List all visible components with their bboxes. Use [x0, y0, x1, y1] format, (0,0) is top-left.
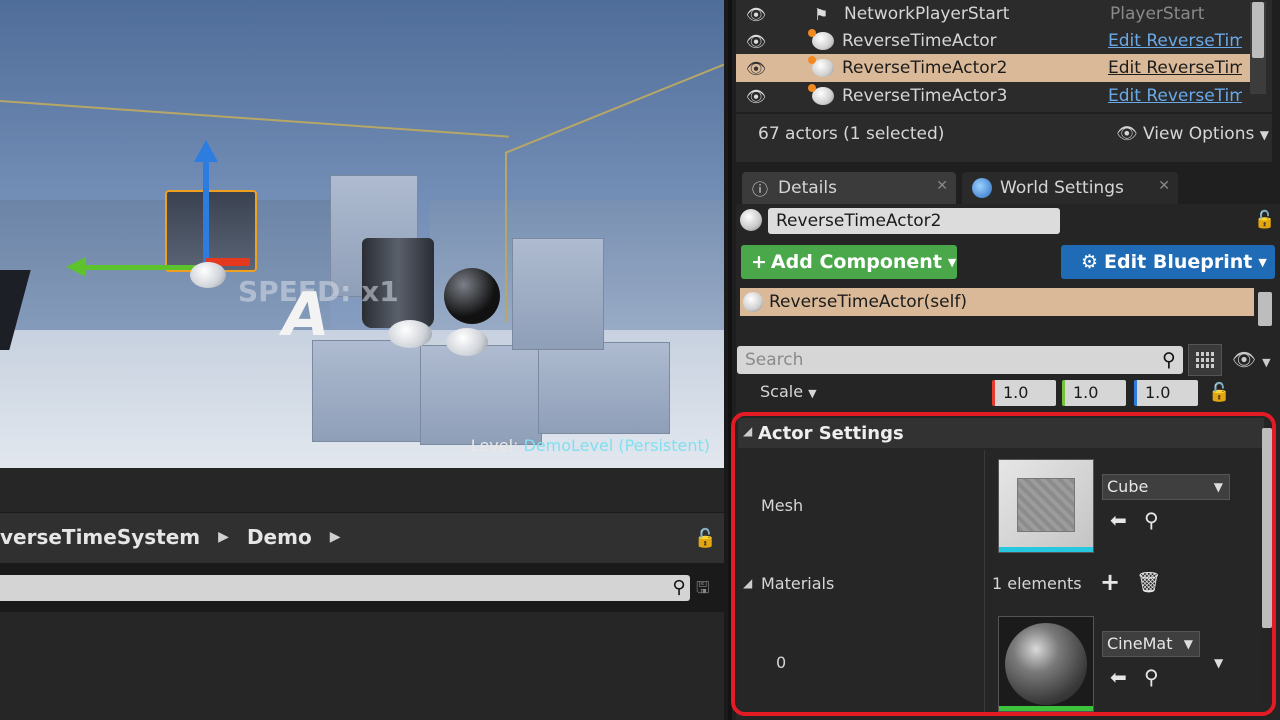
- scene-block: [512, 238, 604, 350]
- player-start-icon: ⚑: [814, 4, 829, 24]
- actor-name: ReverseTimeActor3: [842, 86, 1008, 106]
- edit-blueprint-button[interactable]: ⚙ Edit Blueprint ▼: [1061, 245, 1275, 279]
- actor-sphere-icon: [740, 209, 762, 231]
- content-browser-toolbar: [0, 468, 724, 512]
- component-scrollbar[interactable]: [1258, 292, 1272, 326]
- search-icon[interactable]: ⚲: [666, 575, 692, 601]
- actor-sphere: [446, 328, 488, 356]
- chevron-right-icon[interactable]: ▶: [330, 529, 341, 545]
- outliner-row[interactable]: 👁 ReverseTimeActor Edit ReverseTim: [736, 27, 1256, 55]
- scale-z-field[interactable]: 1.0: [1134, 380, 1198, 406]
- gizmo-y-axis[interactable]: [80, 265, 205, 270]
- save-search-icon[interactable]: 🖫: [696, 577, 710, 604]
- gears-icon: ⚙: [1081, 251, 1099, 273]
- scene-block: [420, 345, 542, 445]
- tab-world-settings[interactable]: World Settings ✕: [962, 172, 1178, 204]
- actor-name: ReverseTimeActor2: [842, 58, 1008, 78]
- actor-sphere: [444, 268, 500, 324]
- globe-icon: [972, 178, 992, 198]
- add-component-label: Add Component: [770, 251, 942, 273]
- actor-name: ReverseTimeActor: [842, 31, 997, 51]
- bounds-line: [504, 62, 724, 154]
- lock-icon[interactable]: 🔓: [1208, 382, 1230, 403]
- content-search-input[interactable]: [0, 575, 690, 601]
- chevron-right-icon[interactable]: ▶: [218, 529, 229, 545]
- world-outliner: 👁 ⚑ NetworkPlayerStart PlayerStart 👁 Rev…: [736, 0, 1272, 112]
- details-icon: ⓘ: [752, 180, 769, 199]
- actor-sphere: [190, 262, 226, 288]
- eye-icon: 👁: [1116, 124, 1138, 144]
- component-tree-root[interactable]: ReverseTimeActor(self): [740, 288, 1254, 316]
- view-options-button[interactable]: 👁 View Options ▼: [1116, 124, 1269, 144]
- visibility-eye-icon[interactable]: 👁: [736, 5, 776, 24]
- actor-icon: [808, 56, 834, 77]
- search-icon[interactable]: ⚲: [1156, 346, 1182, 374]
- scale-y-field[interactable]: 1.0: [1062, 380, 1126, 406]
- level-name: DemoLevel (Persistent): [523, 436, 711, 455]
- scale-x-field[interactable]: 1.0: [992, 380, 1056, 406]
- scene-block: [312, 340, 424, 442]
- close-icon[interactable]: ✕: [936, 178, 948, 194]
- chevron-down-icon: ▼: [947, 255, 957, 269]
- bounds-line: [505, 152, 507, 322]
- outliner-row[interactable]: 👁 ⚑ NetworkPlayerStart PlayerStart: [736, 0, 1256, 28]
- visibility-eye-icon[interactable]: 👁: [736, 32, 776, 51]
- close-icon[interactable]: ✕: [1158, 178, 1170, 194]
- outliner-scrollbar-thumb[interactable]: [1252, 2, 1264, 58]
- plus-icon: +: [751, 251, 767, 273]
- breadcrumb-item[interactable]: verseTimeSystem: [0, 525, 200, 549]
- visibility-eye-icon[interactable]: 👁: [736, 59, 776, 78]
- annotation-highlight-box: [731, 412, 1276, 716]
- actor-icon: [808, 84, 834, 105]
- view-options-label: View Options: [1143, 124, 1255, 144]
- visibility-eye-icon[interactable]: 👁: [736, 87, 776, 106]
- bounds-line: [0, 100, 509, 138]
- lock-icon[interactable]: 🔓: [694, 528, 716, 549]
- chevron-down-icon: ▼: [808, 387, 817, 400]
- chevron-down-icon: ▼: [1259, 128, 1269, 142]
- details-search-input[interactable]: Search: [737, 346, 1183, 374]
- breadcrumb-item[interactable]: Demo: [247, 525, 312, 549]
- breadcrumb: verseTimeSystem ▶ Demo ▶: [0, 525, 340, 549]
- actor-count: 67 actors (1 selected): [758, 124, 945, 144]
- eye-icon[interactable]: 👁 ▼: [1232, 348, 1271, 371]
- viewport-level-info: Level: DemoLevel (Persistent): [471, 436, 710, 455]
- actor-sphere: [388, 320, 432, 348]
- actor-sphere-icon: [743, 292, 763, 312]
- property-matrix-button[interactable]: [1188, 344, 1222, 376]
- tab-label: Details: [778, 178, 837, 198]
- actor-type: PlayerStart: [1110, 4, 1205, 24]
- outliner-row-selected[interactable]: 👁 ReverseTimeActor2 Edit ReverseTim: [736, 54, 1256, 82]
- actor-name-field[interactable]: ReverseTimeActor2: [768, 208, 1060, 234]
- scale-property[interactable]: Scale ▼: [760, 382, 817, 401]
- gizmo-z-arrow[interactable]: [194, 140, 218, 162]
- actor-icon: [808, 29, 834, 50]
- actor-name: NetworkPlayerStart: [844, 4, 1010, 24]
- edit-blueprint-label: Edit Blueprint: [1104, 251, 1253, 273]
- tab-label: World Settings: [1000, 178, 1124, 198]
- gizmo-y-arrow[interactable]: [66, 257, 86, 277]
- lock-icon[interactable]: 🔓: [1254, 210, 1275, 230]
- component-label: ReverseTimeActor(self): [769, 292, 967, 312]
- chevron-down-icon: ▼: [1258, 255, 1267, 269]
- level-viewport[interactable]: SPEED: x1 A Level: DemoLevel (Persistent…: [0, 0, 724, 468]
- outliner-row[interactable]: 👁 ReverseTimeActor3 Edit ReverseTim: [736, 82, 1256, 110]
- tab-details[interactable]: ⓘ Details ✕: [742, 172, 956, 204]
- add-component-button[interactable]: + Add Component ▼: [741, 245, 957, 279]
- asset-view[interactable]: [0, 612, 724, 720]
- scale-label: Scale: [760, 382, 804, 401]
- level-label: Level:: [470, 436, 519, 455]
- edit-blueprint-link[interactable]: Edit ReverseTim: [1108, 31, 1242, 51]
- edit-blueprint-link[interactable]: Edit ReverseTim: [1108, 58, 1242, 78]
- edit-blueprint-link[interactable]: Edit ReverseTim: [1108, 86, 1242, 106]
- scene-block: [538, 342, 670, 434]
- gizmo-z-axis[interactable]: [203, 150, 209, 265]
